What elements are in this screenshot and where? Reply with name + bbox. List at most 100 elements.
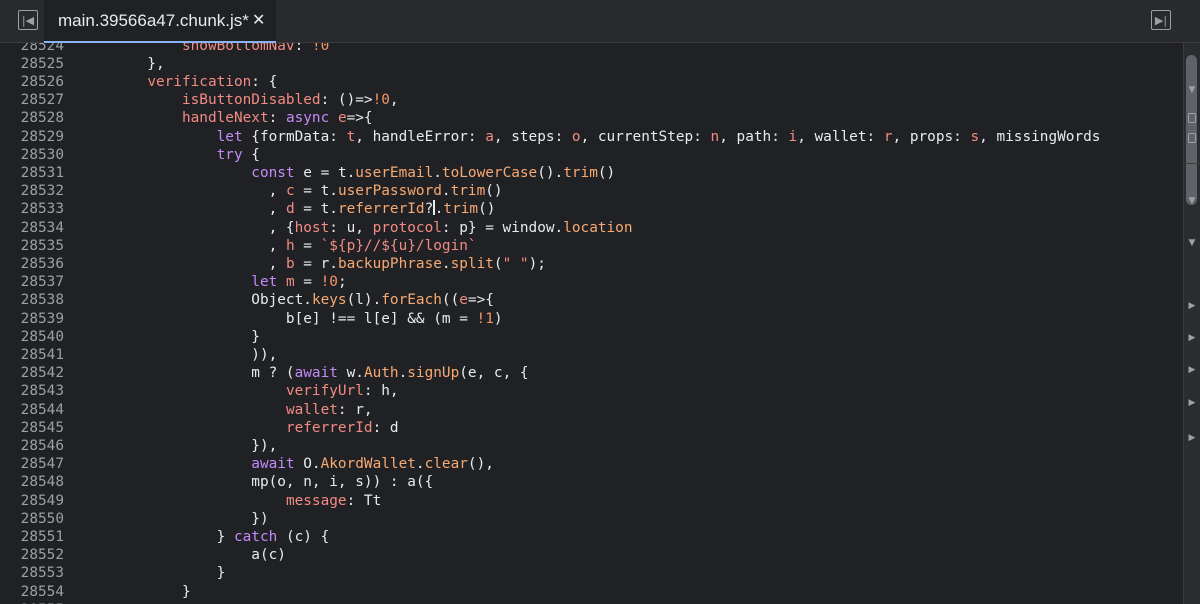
line-number[interactable]: 28542 [0,364,64,382]
code-line[interactable]: , {host: u, protocol: p} = window.locati… [78,219,633,237]
code-line[interactable]: } [78,564,226,582]
code-line[interactable]: let m = !0; [78,273,346,291]
debugger-toggle-icon[interactable]: ▶| [1151,10,1171,30]
line-number[interactable]: 28545 [0,419,64,437]
code-line[interactable]: message: Tt [78,492,381,510]
checkbox-icon[interactable] [1188,113,1196,123]
code-line[interactable]: )), [78,346,277,364]
line-number[interactable]: 28541 [0,346,64,364]
tab-main-chunk-js[interactable]: main.39566a47.chunk.js* ✕ [44,0,276,43]
line-number[interactable]: 28532 [0,182,64,200]
line-number[interactable]: 28527 [0,91,64,109]
code-token: , [389,92,399,109]
vertical-scrollbar[interactable]: ▼ ▼ ▼ ▶ ▶ ▶ ▶ ▶ [1183,43,1200,604]
code-token: , { [78,219,295,236]
code-line[interactable]: showBottomNav: !0 [78,43,329,55]
code-token: }, [78,55,165,72]
code-line[interactable]: wallet: r, [78,401,373,419]
scroll-thumb[interactable] [1186,55,1197,205]
code-line[interactable]: , c = t.userPassword.trim() [78,182,503,200]
chevron-right-icon[interactable]: ▶ [1187,398,1197,408]
code-token: isButtonDisabled [181,92,321,109]
code-line[interactable]: } [78,328,260,346]
code-line[interactable]: handleNext: async e=>{ [78,109,373,127]
code-token: trim [563,164,598,181]
line-number[interactable]: 28535 [0,237,64,255]
chevron-down-icon[interactable]: ▼ [1187,85,1197,95]
line-number[interactable]: 28529 [0,128,64,146]
code-token: , [78,237,286,254]
code-line[interactable]: verification: { [78,73,277,91]
line-number[interactable]: 28543 [0,382,64,400]
line-number[interactable]: 28528 [0,109,64,127]
code-line[interactable]: }), [78,437,277,455]
line-number[interactable]: 28550 [0,510,64,528]
code-token: a [485,128,494,145]
line-number[interactable]: 28546 [0,437,64,455]
line-number[interactable]: 28534 [0,219,64,237]
code-token: async [285,110,330,127]
tab-title: main.39566a47.chunk.js* [58,11,249,30]
code-line[interactable]: let {formData: t, handleError: a, steps:… [78,128,1101,146]
chevron-right-icon[interactable]: ▶ [1187,301,1197,311]
code-token: o [571,128,581,145]
line-number[interactable]: 28548 [0,473,64,491]
code-line[interactable]: isButtonDisabled: ()=>!0, [78,91,399,109]
chevron-right-icon[interactable]: ▶ [1187,365,1197,375]
code-line[interactable]: await O.AkordWallet.clear(), [78,455,494,473]
line-number[interactable]: 28538 [0,291,64,309]
code-line[interactable]: } catch (c) { [78,528,330,546]
code-token: !0 [320,274,338,291]
code-token: (c) { [277,528,330,545]
line-number[interactable]: 28540 [0,328,64,346]
close-icon[interactable]: ✕ [252,10,265,29]
line-number[interactable]: 28531 [0,164,64,182]
line-number[interactable]: 28544 [0,401,64,419]
chevron-down-icon[interactable]: ▼ [1187,196,1197,206]
chevron-right-icon[interactable]: ▶ [1187,433,1197,443]
code-line[interactable]: }, [78,55,165,73]
code-line[interactable]: try { [78,146,260,164]
code-token: backupPhrase [337,255,442,272]
code-line[interactable]: m ? (await w.Auth.signUp(e, c, { [78,364,528,382]
line-number[interactable]: 28539 [0,310,64,328]
line-number[interactable]: 28547 [0,455,64,473]
code-line[interactable]: }) [78,510,268,528]
code-line[interactable]: mp(o, n, i, s)) : a({ [78,473,433,491]
code-line[interactable]: } [78,583,191,601]
code-line[interactable]: a(c) [78,546,286,564]
code-line[interactable]: const e = t.userEmail.toLowerCase().trim… [78,164,615,182]
chevron-right-icon[interactable]: ▶ [1187,333,1197,343]
code-line[interactable]: , d = t.referrerId? .trim() [78,200,495,218]
line-number[interactable]: 28549 [0,492,64,510]
line-number[interactable]: 28525 [0,55,64,73]
line-number[interactable]: 28537 [0,273,64,291]
code-token: d [389,419,399,436]
code-token: t. [337,164,356,181]
line-number[interactable]: 28526 [0,73,64,91]
line-number[interactable]: 28553 [0,564,64,582]
checkbox-icon[interactable] [1188,133,1196,143]
line-number[interactable]: 28530 [0,146,64,164]
code-line[interactable]: verifyUrl: h, [78,382,399,400]
line-number[interactable]: 28554 [0,583,64,601]
code-token: =>{ [346,110,373,127]
code-editor[interactable]: 28524 showBottomNav: !0 28525 }, 28526 ver… [0,43,1183,604]
code-token: u, [346,219,373,236]
code-line[interactable]: referrerId: d [78,419,399,437]
code-token: = r. [294,255,338,272]
chevron-down-icon[interactable]: ▼ [1187,238,1197,248]
line-number[interactable]: 28533 [0,200,64,218]
line-number[interactable]: 28524 [0,43,64,55]
code-token: host [294,219,330,236]
navigator-toggle-icon[interactable]: |◀ [18,10,38,30]
line-number[interactable]: 28551 [0,528,64,546]
line-number[interactable]: 28552 [0,546,64,564]
line-number[interactable]: 28536 [0,255,64,273]
code-line[interactable]: , h = `${p}//${u}/login` [78,237,477,255]
code-line[interactable]: , b = r.backupPhrase.split(" "); [78,255,546,273]
code-line[interactable]: Object.keys(l).forEach((e=>{ [78,291,494,309]
code-line[interactable]: b[e] !== l[e] && (m = !1) [78,310,503,328]
